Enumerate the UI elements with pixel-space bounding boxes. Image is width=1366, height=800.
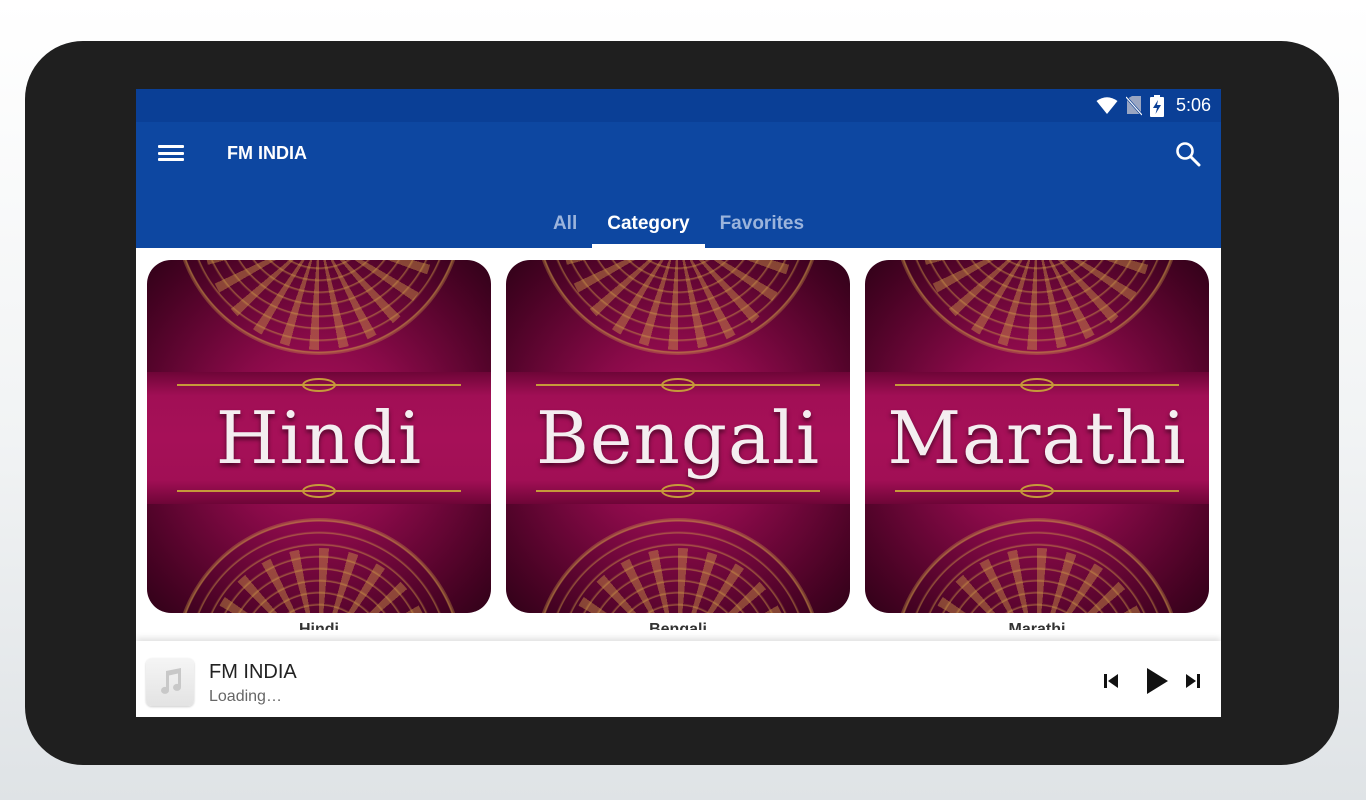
category-card-hindi[interactable]: Hindi	[147, 260, 491, 613]
tab-bar: All Category Favorites	[136, 200, 1221, 248]
card-caption: Marathi	[865, 622, 1209, 630]
music-note-icon	[161, 668, 182, 694]
gold-knot	[661, 378, 695, 392]
category-card-bengali[interactable]: Bengali	[506, 260, 850, 613]
card-image-text: Marathi	[887, 396, 1187, 480]
status-icons: 5:06	[1096, 89, 1211, 122]
tab-all[interactable]: All	[538, 200, 592, 248]
menu-icon[interactable]	[158, 143, 184, 163]
app-title: FM INDIA	[227, 143, 307, 163]
card-image-text: Hindi	[215, 396, 423, 480]
gold-knot	[302, 484, 336, 498]
gold-knot	[661, 484, 695, 498]
mini-player[interactable]: FM INDIA Loading…	[136, 641, 1221, 717]
app-screen: 5:06 FM INDIA All Category Favorites Hin…	[136, 89, 1221, 717]
gold-knot	[1020, 378, 1054, 392]
next-icon[interactable]	[1184, 672, 1202, 690]
status-time: 5:06	[1175, 95, 1211, 115]
card-image-text: Bengali	[536, 396, 820, 480]
tab-category[interactable]: Category	[592, 200, 705, 248]
no-sim-icon	[1125, 95, 1142, 116]
category-grid: Hindi Hindi Bengali Bengali	[136, 248, 1221, 641]
previous-icon[interactable]	[1102, 672, 1120, 690]
tab-favorites[interactable]: Favorites	[705, 200, 819, 248]
category-card-marathi[interactable]: Marathi	[865, 260, 1209, 613]
search-icon[interactable]	[1175, 141, 1201, 167]
player-status: Loading…	[209, 688, 282, 705]
gold-knot	[1020, 484, 1054, 498]
player-artwork	[146, 658, 194, 706]
gold-knot	[302, 378, 336, 392]
wifi-icon	[1096, 96, 1118, 114]
app-bar: FM INDIA All Category Favorites	[136, 122, 1221, 248]
battery-charging-icon	[1149, 94, 1164, 117]
card-caption: Hindi	[147, 622, 491, 630]
status-bar: 5:06	[136, 89, 1221, 122]
player-title: FM INDIA	[209, 661, 297, 683]
card-caption: Bengali	[506, 622, 850, 630]
play-icon[interactable]	[1144, 667, 1170, 695]
